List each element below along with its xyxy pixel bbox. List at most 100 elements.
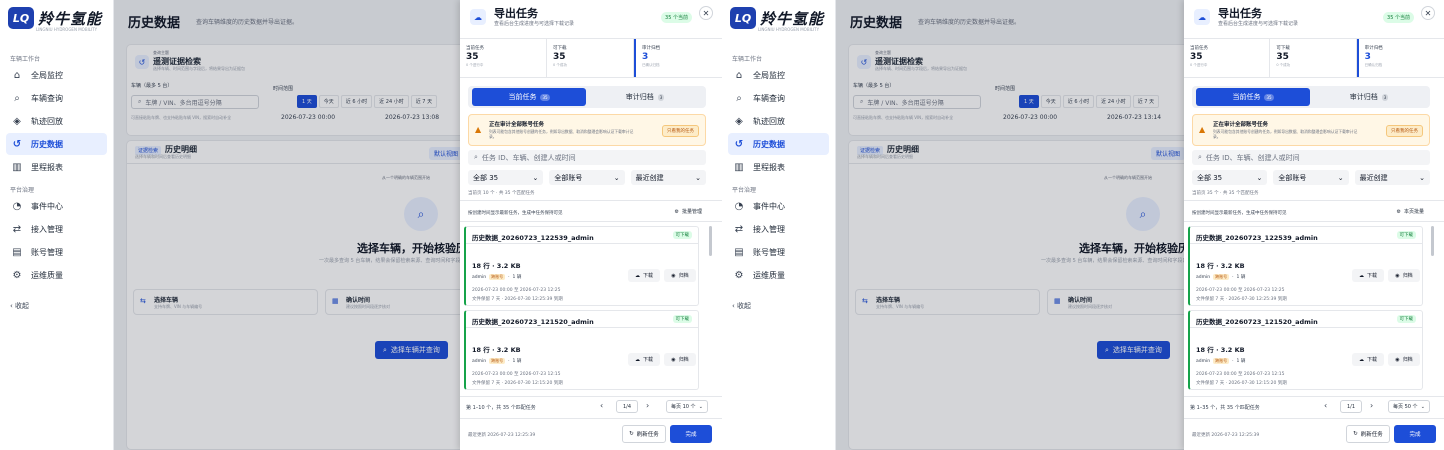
- task-user-line: admin 跨账号 · 1 辆: [472, 274, 521, 280]
- task-search-input[interactable]: ⌕ 任务 ID、车辆、创建人或时间: [468, 150, 706, 165]
- task-user-line: admin 跨账号 · 1 辆: [1196, 274, 1245, 280]
- tab-current-tasks[interactable]: 当前任务 35: [472, 88, 586, 106]
- sidebar-item[interactable]: ⚙ 运维质量: [6, 264, 107, 286]
- sidebar-item[interactable]: ▤ 账号管理: [6, 241, 107, 263]
- sidebar-item[interactable]: ⚙ 运维质量: [728, 264, 829, 286]
- sidebar-item[interactable]: ◈ 轨迹回放: [728, 110, 829, 132]
- sidebar-item-label: 轨迹回放: [31, 116, 63, 126]
- sort-select[interactable]: 最近创建 ⌄: [1354, 170, 1430, 185]
- sidebar-item[interactable]: ▥ 里程报表: [6, 156, 107, 178]
- tab-badge: 3: [657, 93, 665, 101]
- account-filter-select[interactable]: 全部账号 ⌄: [549, 170, 625, 185]
- sidebar-item[interactable]: ▤ 账号管理: [728, 241, 829, 263]
- sort-select[interactable]: 最近创建 ⌄: [630, 170, 706, 185]
- refresh-tasks-button[interactable]: ↻ 刷新任务: [622, 425, 666, 443]
- current-count-badge: 35 个当前: [1383, 12, 1414, 23]
- cloud-download-icon: ☁: [634, 356, 640, 363]
- bell-icon: ◔: [12, 200, 22, 212]
- pagination: 第 1–35 个，共 35 个匹配任务 ‹ 1/1 › 每页 50 个 ⌄: [1184, 396, 1444, 416]
- close-icon[interactable]: ✕: [1421, 6, 1435, 20]
- only-mine-button[interactable]: 只看我的任务: [662, 125, 699, 137]
- sidebar-item[interactable]: ⌂ 全局监控: [6, 64, 107, 86]
- chevron-down-icon: ⌄: [695, 173, 701, 182]
- page-size-select[interactable]: 每页 50 个 ⌄: [1388, 400, 1430, 413]
- gear-icon: ⚙: [12, 269, 22, 281]
- warning-title: 正在审计全部账号任务: [1213, 122, 1269, 128]
- refresh-label: 刷新任务: [636, 432, 659, 438]
- download-button[interactable]: ☁ 下载: [1352, 353, 1384, 366]
- prev-page-button[interactable]: ‹: [1324, 401, 1327, 410]
- search-icon: ⌕: [474, 153, 478, 161]
- sidebar-item-label: 运维质量: [31, 270, 63, 280]
- account-badge: 跨账号: [489, 358, 506, 364]
- tab-audit-archive[interactable]: 审计归档 3: [588, 88, 702, 106]
- close-icon[interactable]: ✕: [699, 6, 713, 20]
- account-filter-select[interactable]: 全部账号 ⌄: [1273, 170, 1349, 185]
- drawer-title: 导出任务: [1218, 7, 1262, 20]
- sidebar-item[interactable]: ⌕ 车辆查询: [728, 87, 829, 109]
- modal-overlay[interactable]: [114, 0, 460, 450]
- sidebar-item[interactable]: ▥ 里程报表: [728, 156, 829, 178]
- bulk-manage-button[interactable]: ⚙ 本页批量: [1397, 208, 1425, 216]
- status-badge: 可下载: [672, 231, 692, 239]
- download-button[interactable]: ☁ 下载: [1352, 269, 1384, 282]
- next-page-button[interactable]: ›: [646, 401, 649, 410]
- status-filter-select[interactable]: 全部 35 ⌄: [468, 170, 544, 185]
- tab-badge: 35: [1264, 93, 1274, 101]
- next-page-button[interactable]: ›: [1370, 401, 1373, 410]
- status-filter-value: 全部 35: [1197, 173, 1223, 182]
- bulk-bar: 按创建时间显示最新任务，生成中任务保持可见 ⚙ 批量管理: [460, 200, 722, 222]
- page-indicator: 1/1: [1340, 400, 1362, 413]
- tab-current-tasks[interactable]: 当前任务 35: [1196, 88, 1310, 106]
- sidebar-item[interactable]: ◔ 事件中心: [728, 195, 829, 217]
- users-icon: ▤: [734, 246, 744, 258]
- brand-name: 羚牛氢能: [38, 9, 103, 28]
- task-list-scrollbar[interactable]: [1431, 226, 1434, 256]
- search-icon: ⌕: [736, 92, 742, 104]
- search-icon: ⌕: [14, 92, 20, 104]
- modal-overlay[interactable]: [836, 0, 1184, 450]
- collapse-button[interactable]: ‹ 收起: [10, 301, 29, 311]
- sidebar-item[interactable]: ⇄ 接入管理: [6, 218, 107, 240]
- search-icon: ⌕: [1198, 153, 1202, 161]
- sidebar-item[interactable]: ⌕ 车辆查询: [6, 87, 107, 109]
- archive-button[interactable]: ◉ 归档: [664, 353, 696, 366]
- archive-button[interactable]: ◉ 归档: [664, 269, 696, 282]
- stat-label: 当前任务: [1190, 46, 1208, 51]
- sidebar-item[interactable]: ↺ 历史数据: [6, 133, 107, 155]
- list-item: 历史数据_20260723_122539_admin 可下载 18 行 · 3.2 …: [1188, 226, 1423, 306]
- bulk-manage-button[interactable]: ⚙ 批量管理: [675, 208, 703, 216]
- status-filter-select[interactable]: 全部 35 ⌄: [1192, 170, 1268, 185]
- done-button[interactable]: 完成: [670, 425, 712, 443]
- download-button[interactable]: ☁ 下载: [628, 269, 660, 282]
- prev-page-button[interactable]: ‹: [600, 401, 603, 410]
- task-list-scrollbar[interactable]: [709, 226, 712, 256]
- done-button[interactable]: 完成: [1394, 425, 1436, 443]
- refresh-tasks-button[interactable]: ↻ 刷新任务: [1346, 425, 1390, 443]
- export-tasks-drawer: ☁ 导出任务 查看后台生成进度与可选择下载记录 35 个当前 ✕ 当前任务 35 0…: [1184, 0, 1444, 450]
- task-search-input[interactable]: ⌕ 任务 ID、车辆、创建人或时间: [1192, 150, 1430, 165]
- page-size-select[interactable]: 每页 10 个 ⌄: [666, 400, 708, 413]
- sidebar-item[interactable]: ↺ 历史数据: [728, 133, 829, 155]
- sidebar-item-label: 轨迹回放: [753, 116, 785, 126]
- task-retention: 文件保留 7 天 · 2026-07-30 12:15:20 到期: [472, 381, 563, 386]
- warning-desc: 列表可能包含其他账号创建的任务，例如导出数据、取消和整理会影响认证下载审计记录。: [1213, 129, 1358, 139]
- stat-value: 35: [1276, 52, 1289, 62]
- account-filter-value: 全部账号: [1278, 173, 1307, 182]
- audit-warning: ▲ 正在审计全部账号任务 列表可能包含其他账号创建的任务，例如导出数据、取消和整…: [1192, 114, 1430, 146]
- sidebar-item[interactable]: ◔ 事件中心: [6, 195, 107, 217]
- archive-button[interactable]: ◉ 归档: [1388, 269, 1420, 282]
- download-button[interactable]: ☁ 下载: [628, 353, 660, 366]
- drawer-footer: 最近更新 2026-07-23 12:25:39 ↻ 刷新任务 完成: [460, 418, 722, 450]
- sidebar-item[interactable]: ⇄ 接入管理: [728, 218, 829, 240]
- sidebar-item-label: 接入管理: [753, 224, 785, 234]
- only-mine-button[interactable]: 只看我的任务: [1386, 125, 1423, 137]
- tab-audit-archive[interactable]: 审计归档 3: [1312, 88, 1426, 106]
- collapse-button[interactable]: ‹ 收起: [732, 301, 751, 311]
- archive-button[interactable]: ◉ 归档: [1388, 353, 1420, 366]
- sidebar-item[interactable]: ◈ 轨迹回放: [6, 110, 107, 132]
- archive-label: 归档: [1402, 357, 1413, 363]
- sidebar-item[interactable]: ⌂ 全局监控: [728, 64, 829, 86]
- brand-sub: LINGNIU HYDROGEN MOBILITY: [758, 27, 820, 32]
- sidebar-item-label: 里程报表: [753, 162, 785, 172]
